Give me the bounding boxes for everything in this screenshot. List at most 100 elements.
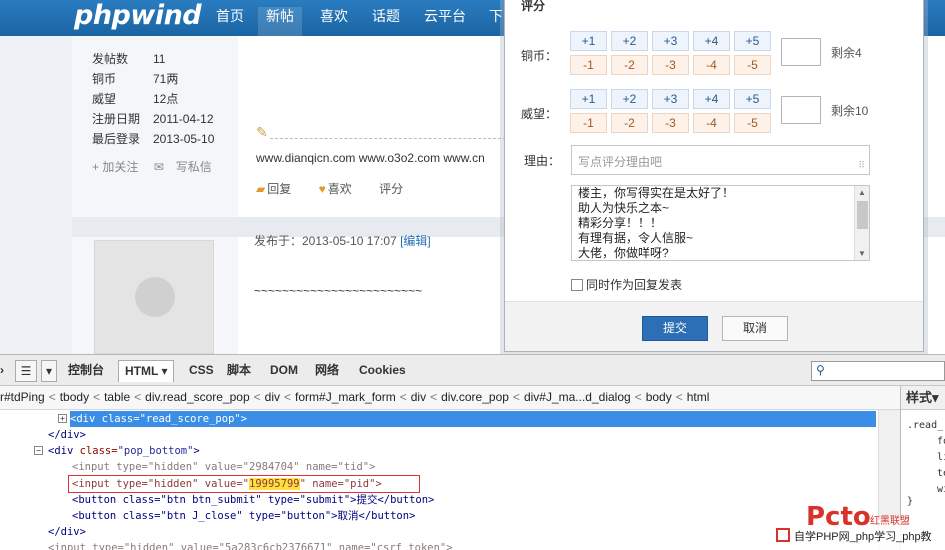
site-logo[interactable]: phpwind [74, 0, 202, 31]
prestige-plus-2[interactable]: +2 [611, 89, 648, 109]
tab-dom[interactable]: DOM [270, 360, 298, 382]
copper-plus-5[interactable]: +5 [734, 31, 771, 51]
tab-script[interactable]: 脚本 [227, 360, 251, 382]
score-button[interactable]: 评分 [379, 182, 403, 196]
dialog-title: 评分 [521, 0, 546, 13]
breadcrumb-item[interactable]: div [265, 390, 280, 404]
stat-last-login: 最后登录 2013-05-10 [92, 132, 215, 146]
tab-css[interactable]: CSS [189, 360, 214, 382]
reply-button[interactable]: ▰ 回复 [256, 182, 303, 196]
reason-option[interactable]: 助人为快乐之本~ [572, 201, 869, 216]
reason-option[interactable]: 大佬，你做咩呀? [572, 246, 869, 260]
reason-list[interactable]: 楼主，你写得实在是太好了！ 助人为快乐之本~ 精彩分享！！！ 有理有据，令人信服… [571, 185, 870, 261]
scroll-down-icon[interactable]: ▼ [858, 249, 866, 258]
resize-grip-icon[interactable]: ⠿ [858, 160, 865, 171]
tab-network[interactable]: 网络 [315, 360, 339, 382]
code-line-pid[interactable]: <input type="hidden" value="19995799" na… [72, 476, 382, 492]
breadcrumb-item[interactable]: tbody [60, 390, 89, 404]
reply-checkbox[interactable] [571, 279, 583, 291]
tab-html[interactable]: HTML ▾ [118, 360, 175, 382]
css-rule-line[interactable]: fo [937, 436, 945, 447]
menu-icon[interactable]: ☰ [15, 360, 37, 382]
prestige-minus-5[interactable]: -5 [734, 113, 771, 133]
prestige-plus-4[interactable]: +4 [693, 89, 730, 109]
copper-minus-1[interactable]: -1 [570, 55, 607, 75]
scroll-thumb[interactable] [857, 201, 868, 229]
prestige-minus-3[interactable]: -3 [652, 113, 689, 133]
message-link[interactable]: 写私信 [176, 160, 212, 174]
copper-score-input[interactable] [781, 38, 821, 66]
back-arrow-icon[interactable]: › [0, 360, 8, 382]
breadcrumb-item[interactable]: body [646, 390, 672, 404]
edit-link[interactable]: [编辑] [400, 234, 431, 248]
follow-link[interactable]: + 加关注 [92, 160, 138, 174]
code-line[interactable]: <button class="btn J_close" type="button… [72, 508, 415, 524]
nav-item-likes[interactable]: 喜欢 [312, 7, 356, 36]
breadcrumb-item[interactable]: form#J_mark_form [295, 390, 396, 404]
code-line[interactable]: <button class="btn btn_submit" type="sub… [72, 492, 434, 508]
search-icon: ⚲ [816, 363, 825, 377]
expand-icon[interactable]: + [58, 414, 67, 423]
code-line[interactable]: </div> [48, 427, 86, 443]
watermark-icon [776, 528, 790, 542]
stat-posts: 发帖数 11 [92, 52, 166, 66]
breadcrumb-item[interactable]: table [104, 390, 130, 404]
copper-plus-1[interactable]: +1 [570, 31, 607, 51]
copper-minus-4[interactable]: -4 [693, 55, 730, 75]
nav-item-home[interactable]: 首页 [208, 7, 252, 36]
avatar[interactable] [94, 240, 214, 354]
css-rule-line[interactable]: wi [937, 484, 945, 495]
css-rule-line[interactable]: } [907, 496, 913, 507]
copper-plus-3[interactable]: +3 [652, 31, 689, 51]
like-button[interactable]: ♥ 喜欢 [319, 182, 364, 196]
reason-option[interactable]: 有理有据，令人信服~ [572, 231, 869, 246]
prestige-plus-5[interactable]: +5 [734, 89, 771, 109]
css-rule-line[interactable]: li [937, 452, 945, 463]
css-rule-line[interactable]: te [937, 468, 945, 479]
prestige-minus-2[interactable]: -2 [611, 113, 648, 133]
cancel-button[interactable]: 取消 [722, 316, 788, 341]
prestige-label: 威望： [521, 107, 558, 121]
copper-plus-4[interactable]: +4 [693, 31, 730, 51]
code-line[interactable]: <input type="hidden" value="5a283c6cb237… [48, 540, 453, 550]
code-line-selected[interactable]: <div class="read_score_pop"> [70, 411, 876, 427]
prestige-minus-4[interactable]: -4 [693, 113, 730, 133]
prestige-plus-3[interactable]: +3 [652, 89, 689, 109]
code-line[interactable]: <input type="hidden" value="2984704" nam… [72, 459, 375, 475]
scroll-up-icon[interactable]: ▲ [858, 188, 866, 197]
breadcrumb-item[interactable]: div.read_score_pop [145, 390, 250, 404]
tab-cookies[interactable]: Cookies [359, 360, 406, 382]
breadcrumb-item[interactable]: r#tdPing [0, 390, 45, 404]
devtools-search-input[interactable]: ⚲ [811, 361, 945, 381]
prestige-plus-1[interactable]: +1 [570, 89, 607, 109]
style-panel-title[interactable]: 样式▾ [901, 386, 945, 410]
tab-console[interactable]: 控制台 [68, 360, 104, 382]
post-body: ~~~~~~~~~~~~~~~~~~~~~~~~ [254, 284, 423, 298]
watermark-brand: 红黑联盟 [870, 516, 910, 527]
reason-option[interactable]: 楼主，你写得实在是太好了！ [572, 186, 869, 201]
chevron-down-icon: ▾ [161, 364, 168, 378]
nav-item-new-posts[interactable]: 新帖 [258, 7, 302, 36]
dropdown-icon[interactable]: ▾ [41, 360, 57, 382]
breadcrumb-item[interactable]: div#J_ma...d_dialog [524, 390, 631, 404]
code-line[interactable]: </div> [48, 524, 86, 540]
breadcrumb-item[interactable]: div.core_pop [441, 390, 509, 404]
breadcrumb-item[interactable]: html [687, 390, 710, 404]
nav-item-topics[interactable]: 话题 [364, 7, 408, 36]
reason-option[interactable]: 精彩分享！！！ [572, 216, 869, 231]
nav-item-cloud[interactable]: 云平台 [416, 7, 474, 36]
copper-minus-5[interactable]: -5 [734, 55, 771, 75]
reason-list-scrollbar[interactable]: ▲ ▼ [854, 186, 869, 260]
submit-button[interactable]: 提交 [642, 316, 708, 341]
copper-minus-3[interactable]: -3 [652, 55, 689, 75]
prestige-score-input[interactable] [781, 96, 821, 124]
code-line[interactable]: <div class="pop_bottom"> [48, 443, 200, 459]
reason-input[interactable]: 写点评分理由吧 ⠿ [571, 145, 870, 175]
css-rule-line[interactable]: .read_ [907, 420, 943, 431]
copper-plus-2[interactable]: +2 [611, 31, 648, 51]
breadcrumb-item[interactable]: div [411, 390, 426, 404]
prestige-minus-1[interactable]: -1 [570, 113, 607, 133]
collapse-icon[interactable]: − [34, 446, 43, 455]
reply-checkbox-row[interactable]: 同时作为回复发表 [571, 276, 682, 293]
copper-minus-2[interactable]: -2 [611, 55, 648, 75]
